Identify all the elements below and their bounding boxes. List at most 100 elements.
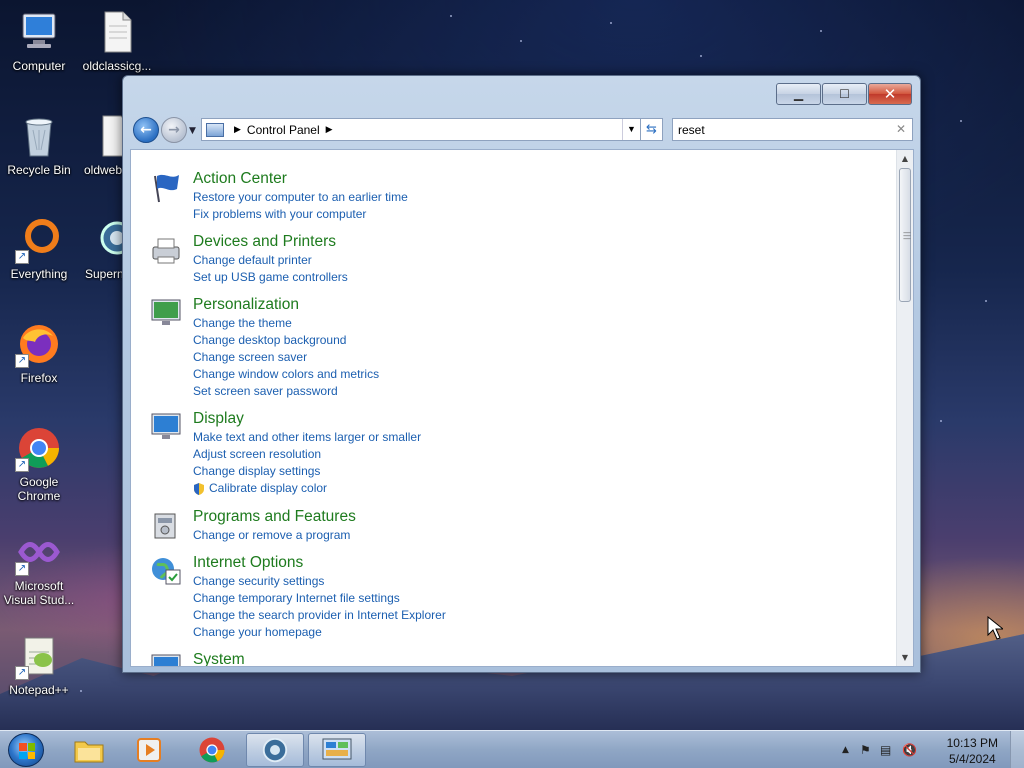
clear-search-icon[interactable]: ✕ [896,122,906,136]
result-link[interactable]: Set screen saver password [193,384,338,398]
computer-icon [15,8,63,56]
desktop-icon-notepad-plus-plus[interactable]: ↗ Notepad++ [1,632,77,697]
result-title[interactable]: Display [193,410,244,428]
chevron-right-icon[interactable]: ▶ [234,124,241,135]
programs-icon [154,513,176,539]
system-tray: ▲ ⚑ ▤ 🔇 10:13 PM 5/4/2024 [834,731,1024,768]
result-link[interactable]: Change or remove a program [193,528,350,542]
chevron-right-icon[interactable]: ▶ [326,124,333,135]
desktop-icon-oldweb[interactable]: oldweb [79,112,125,177]
folder-icon [74,741,104,763]
document-icon [93,8,141,56]
result-link[interactable]: Calibrate display color [209,481,327,495]
result-link[interactable]: Change temporary Internet file settings [193,591,400,605]
shortcut-arrow-icon: ↗ [15,562,29,576]
search-results-pane: Action Center Restore your computer to a… [130,149,914,667]
result-title[interactable]: System [193,651,245,666]
desktop-icon-label: Recycle Bin [7,163,71,177]
control-panel-window: ▁ ☐ ✕ ← → ▼ ▶ Control Panel ▶ ▼ ⇆ ✕ Acti… [122,75,921,673]
chrome-icon [199,737,225,763]
recent-pages-dropdown[interactable]: ▼ [189,126,196,136]
display-monitor-icon [151,413,181,439]
search-box[interactable]: ✕ [672,118,913,141]
result-link[interactable]: Make text and other items larger or smal… [193,430,421,444]
show-desktop-button[interactable] [1010,731,1024,768]
start-button[interactable] [8,733,44,767]
desktop-icon-label: Computer [12,59,66,73]
result-link[interactable]: Change default printer [193,253,312,267]
recycle-bin-icon [15,112,63,160]
desktop-icon-oldclassicg[interactable]: oldclassicg... [79,8,155,73]
windows-logo-icon [19,743,35,759]
visual-studio-icon: ↗ [15,528,63,576]
result-title[interactable]: Devices and Printers [193,233,336,251]
volume-muted-icon[interactable]: 🔇 [902,743,917,757]
desktop-icon-recycle-bin[interactable]: Recycle Bin [1,112,77,177]
result-link[interactable]: Change the theme [193,316,292,330]
vertical-scrollbar[interactable]: ▲ — — — ▼ [896,150,913,666]
taskbar-chrome-button[interactable] [183,733,241,767]
result-link[interactable]: Change display settings [193,464,320,478]
desktop-icon-label: oldweb [84,163,123,177]
desktop-icon-supern[interactable]: Supern [79,216,125,281]
result-link[interactable]: Change screen saver [193,350,307,364]
document-icon [95,112,125,160]
shortcut-arrow-icon: ↗ [15,354,29,368]
scroll-down-icon[interactable]: ▼ [897,649,913,666]
result-link[interactable]: Change desktop background [193,333,346,347]
scrollbar-thumb[interactable]: — — — [899,168,911,302]
desktop-icon-label: Google Chrome [17,475,61,503]
clock-time: 10:13 PM [946,736,998,750]
desktop-icon-firefox[interactable]: ↗ Firefox [1,320,77,385]
chrome-icon: ↗ [15,424,63,472]
taskbar-explorer-button[interactable] [60,733,118,767]
result-link[interactable]: Change window colors and metrics [193,367,379,381]
close-icon: ✕ [883,85,897,103]
result-title[interactable]: Personalization [193,296,299,314]
mouse-cursor-icon [987,616,1003,640]
network-icon[interactable]: ▤ [880,743,891,757]
back-button[interactable]: ← [133,117,159,143]
close-button[interactable]: ✕ [868,83,912,105]
clock[interactable]: 10:13 PM 5/4/2024 [947,735,998,767]
desktop-icon-label: Firefox [20,371,58,385]
breadcrumb-control-panel[interactable]: Control Panel [247,123,320,137]
personalization-monitor-icon [151,299,181,325]
result-link[interactable]: Set up USB game controllers [193,270,348,284]
search-input[interactable] [673,119,883,140]
refresh-button[interactable]: ⇆ [641,118,663,141]
taskbar-media-player-button[interactable] [120,733,178,767]
result-link[interactable]: Adjust screen resolution [193,447,321,461]
result-title[interactable]: Programs and Features [193,508,356,526]
result-title[interactable]: Action Center [193,170,287,188]
scroll-up-icon[interactable]: ▲ [897,150,913,167]
back-arrow-icon: ← [140,122,152,138]
desktop-icon-label: oldclassicg... [82,59,152,73]
desktop-icon-computer[interactable]: Computer [1,8,77,73]
action-center-flag-icon[interactable]: ⚑ [860,743,871,757]
desktop-icon-google-chrome[interactable]: ↗ Google Chrome [1,424,77,503]
internet-options-globe-icon [152,558,181,585]
result-link[interactable]: Change the search provider in Internet E… [193,608,446,622]
taskbar: ▲ ⚑ ▤ 🔇 10:13 PM 5/4/2024 [0,730,1024,768]
desktop-icon-visual-studio[interactable]: ↗ Microsoft Visual Stud... [1,528,77,607]
shortcut-arrow-icon: ↗ [15,458,29,472]
taskbar-supernova-button[interactable] [246,733,304,767]
uac-shield-icon [194,483,204,495]
address-bar[interactable]: ▶ Control Panel ▶ ▼ [201,118,641,141]
address-dropdown[interactable]: ▼ [622,119,640,140]
result-title[interactable]: Internet Options [193,554,303,572]
result-link[interactable]: Change your homepage [193,625,322,639]
result-link[interactable]: Fix problems with your computer [193,207,366,221]
forward-button[interactable]: → [161,117,187,143]
forward-arrow-icon: → [168,122,180,138]
desktop-icon-everything[interactable]: ↗ Everything [1,216,77,281]
taskbar-control-panel-button[interactable] [308,733,366,767]
show-hidden-icons-chevron-icon[interactable]: ▲ [842,745,849,755]
control-panel-icon [206,122,224,137]
firefox-icon: ↗ [15,320,63,368]
result-link[interactable]: Restore your computer to an earlier time [193,190,408,204]
minimize-button[interactable]: ▁ [776,83,821,105]
maximize-button[interactable]: ☐ [822,83,867,105]
result-link[interactable]: Change security settings [193,574,324,588]
